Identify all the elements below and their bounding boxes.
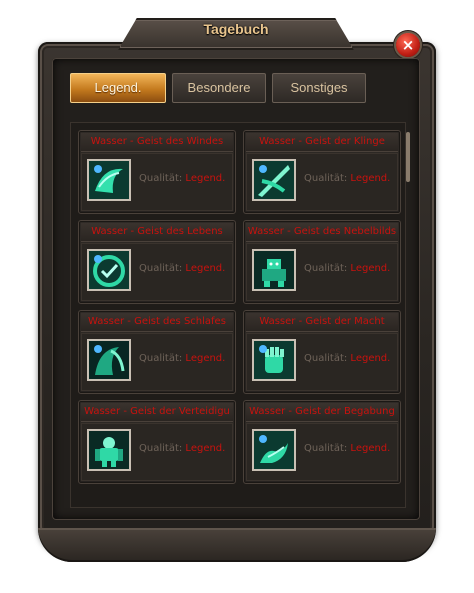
window-title: Tagebuch [203, 21, 269, 37]
frame-bottom-ornament [38, 528, 436, 562]
spirit-card[interactable]: Wasser - Geist des Nebelbilds Qualität: … [243, 220, 401, 304]
power-fist-icon [252, 339, 296, 381]
quality-value: Legend. [185, 353, 226, 364]
quality-value: Legend. [185, 263, 226, 274]
quality-value: Legend. [350, 443, 391, 454]
spirit-card[interactable]: Wasser - Geist des Schlafes Qualität: Le… [78, 310, 236, 394]
tab-legendary[interactable]: Legend. [70, 73, 166, 103]
tab-special[interactable]: Besondere [172, 73, 266, 103]
quality-label: Qualität: [139, 443, 183, 454]
quality-line: Qualität: Legend. [139, 173, 225, 184]
quality-value: Legend. [185, 443, 226, 454]
life-spirit-icon [87, 249, 131, 291]
quality-line: Qualität: Legend. [304, 353, 390, 364]
card-title: Wasser - Geist der Macht [246, 313, 398, 332]
quality-value: Legend. [350, 173, 391, 184]
card-title: Wasser - Geist des Windes [81, 133, 233, 152]
spirit-card[interactable]: Wasser - Geist des Windes Qualität: Lege… [78, 130, 236, 214]
quality-label: Qualität: [304, 443, 348, 454]
mist-golem-icon [252, 249, 296, 291]
quality-line: Qualität: Legend. [139, 263, 225, 274]
spirit-card[interactable]: Wasser - Geist des Lebens Qualität: Lege… [78, 220, 236, 304]
sleep-spirit-icon [87, 339, 131, 381]
quality-value: Legend. [350, 353, 391, 364]
quality-label: Qualität: [304, 173, 348, 184]
card-title: Wasser - Geist des Schlafes [81, 313, 233, 332]
blade-spirit-icon [252, 159, 296, 201]
card-title: Wasser - Geist des Nebelbilds [246, 223, 398, 242]
quality-line: Qualität: Legend. [304, 263, 390, 274]
card-title: Wasser - Geist der Begabung [246, 403, 398, 422]
scrollbar-thumb[interactable] [406, 132, 410, 182]
spirit-card[interactable]: Wasser - Geist der Verteidigu Qualität: … [78, 400, 236, 484]
tab-other[interactable]: Sonstiges [272, 73, 366, 103]
wind-spirit-icon [87, 159, 131, 201]
quality-value: Legend. [185, 173, 226, 184]
close-button[interactable]: × [396, 33, 420, 57]
quality-label: Qualität: [139, 173, 183, 184]
card-title: Wasser - Geist der Verteidigu [81, 403, 233, 422]
talent-hand-icon [252, 429, 296, 471]
spirit-card[interactable]: Wasser - Geist der Begabung Qualität: Le… [243, 400, 401, 484]
quality-line: Qualität: Legend. [139, 353, 225, 364]
quality-line: Qualität: Legend. [139, 443, 225, 454]
card-title: Wasser - Geist des Lebens [81, 223, 233, 242]
quality-label: Qualität: [304, 353, 348, 364]
defense-golem-icon [87, 429, 131, 471]
spirit-card[interactable]: Wasser - Geist der Klinge Qualität: Lege… [243, 130, 401, 214]
quality-value: Legend. [350, 263, 391, 274]
spirit-card[interactable]: Wasser - Geist der Macht Qualität: Legen… [243, 310, 401, 394]
card-title: Wasser - Geist der Klinge [246, 133, 398, 152]
quality-label: Qualität: [139, 353, 183, 364]
quality-line: Qualität: Legend. [304, 443, 390, 454]
category-tabs: Legend. Besondere Sonstiges [70, 73, 366, 103]
quality-label: Qualität: [304, 263, 348, 274]
quality-label: Qualität: [139, 263, 183, 274]
quality-line: Qualität: Legend. [304, 173, 390, 184]
